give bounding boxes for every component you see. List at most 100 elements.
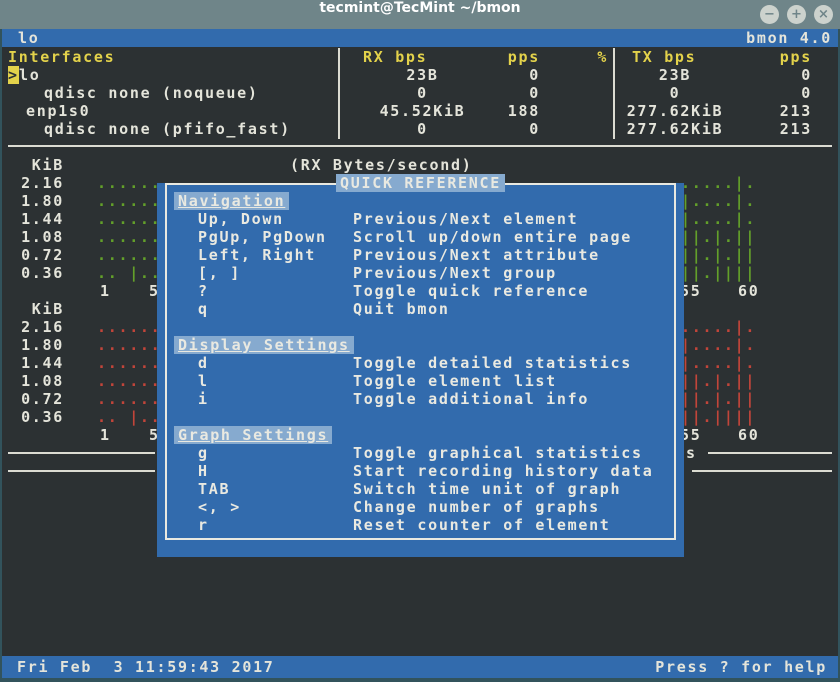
- rx-graph-cells: ......: [97, 210, 161, 228]
- tx-graph-cells: ......: [97, 354, 161, 372]
- shortcut-key: [, ]: [198, 264, 241, 282]
- rx-graph-unit: KiB: [8, 156, 64, 174]
- shortcut-desc: Scroll up/down entire page: [353, 228, 632, 246]
- interface-name: qdisc none (noqueue): [44, 84, 259, 102]
- shortcut-desc: Toggle element list: [353, 372, 557, 390]
- shortcut-desc: Switch time unit of graph: [353, 480, 621, 498]
- interface-name: enp1s0: [26, 102, 90, 120]
- shortcut-desc: Change number of graphs: [353, 498, 600, 516]
- tx-graph-cells: ......: [97, 318, 161, 336]
- tx-graph-cells: ......: [97, 336, 161, 354]
- dialog-title: QUICK REFERENCE: [157, 174, 684, 192]
- tx-pps-cell: 0: [732, 66, 812, 84]
- tx-bps-cell: 23B: [610, 66, 740, 84]
- tx-graph-cells: ......: [97, 372, 161, 390]
- rx-graph-cells: |....|.: [681, 192, 756, 210]
- col-tx-pps: pps: [732, 48, 812, 66]
- rx-pps-cell: 0: [460, 84, 540, 102]
- interface-name: lo: [19, 66, 40, 84]
- rx-graph-title: (RX Bytes/second): [290, 156, 472, 174]
- window-title: tecmint@TecMint ~/bmon: [0, 0, 840, 29]
- rx-graph-cells: ||.|.||: [681, 246, 756, 264]
- section-header: Navigation: [174, 192, 289, 210]
- shortcut-desc: Toggle additional info: [353, 390, 589, 408]
- col-rx-bps: RX bps: [363, 48, 427, 66]
- shortcut-desc: Previous/Next element: [353, 210, 578, 228]
- shortcut-key: Left, Right: [198, 246, 316, 264]
- shortcut-key: g: [198, 444, 209, 462]
- shortcut-key: i: [198, 390, 209, 408]
- x-tick-label: 60: [738, 282, 759, 300]
- titlebar[interactable]: tecmint@TecMint ~/bmon − + ×: [0, 0, 840, 29]
- close-button-icon[interactable]: ×: [814, 5, 833, 24]
- tx-graph-cells: |....|.: [681, 336, 756, 354]
- y-tick-label: 1.44: [8, 210, 64, 228]
- table-bottom-divider: [8, 145, 832, 147]
- tx-pps-cell: 213: [732, 102, 812, 120]
- bmon-version-label: bmon 4.0: [706, 29, 832, 47]
- col-rx-pps: pps: [460, 48, 540, 66]
- section-divider: [8, 470, 155, 472]
- shortcut-key: r: [198, 516, 209, 534]
- tx-pps-cell: 0: [732, 84, 812, 102]
- y-tick-label: 0.72: [8, 390, 64, 408]
- x-tick-label: 1: [100, 282, 111, 300]
- y-tick-label: 2.16: [8, 318, 64, 336]
- rx-graph-cells: ......: [97, 174, 161, 192]
- tx-bps-cell: 0: [610, 84, 740, 102]
- statusbar: Fri Feb 3 11:59:43 2017 Press ? for help: [2, 656, 838, 678]
- shortcut-key: H: [198, 462, 209, 480]
- shortcut-key: q: [198, 300, 209, 318]
- col-interfaces: Interfaces: [8, 48, 115, 66]
- shortcut-key: Up, Down: [198, 210, 284, 228]
- section-divider: [692, 470, 832, 472]
- shortcut-desc: Quit bmon: [353, 300, 450, 318]
- x-tick-label: 60: [738, 426, 759, 444]
- shortcut-desc: Start recording history data: [353, 462, 653, 480]
- y-tick-label: 0.36: [8, 264, 64, 282]
- shortcut-desc: Previous/Next group: [353, 264, 557, 282]
- rx-graph-cells: ......: [97, 246, 161, 264]
- rx-graph-cells: ......: [97, 228, 161, 246]
- y-tick-label: 1.44: [8, 354, 64, 372]
- col-percent: %: [560, 48, 608, 66]
- tx-bps-cell: 277.62KiB: [610, 102, 740, 120]
- shortcut-desc: Toggle graphical statistics: [353, 444, 643, 462]
- rx-graph-cells: ||.||||: [681, 264, 756, 282]
- section-header: Graph Settings: [174, 426, 332, 444]
- rx-graph-cells: ......: [97, 192, 161, 210]
- tx-graph-cells: ||.||||: [681, 408, 756, 426]
- col-tx-bps: TX bps: [632, 48, 696, 66]
- rx-graph-cells: .....|.: [681, 174, 756, 192]
- y-tick-label: 1.80: [8, 192, 64, 210]
- y-tick-label: 2.16: [8, 174, 64, 192]
- shortcut-desc: Toggle detailed statistics: [353, 354, 632, 372]
- tx-bps-cell: 277.62KiB: [610, 120, 740, 138]
- rx-pps-cell: 188: [460, 102, 540, 120]
- hidden-text-fragment: s: [686, 444, 697, 462]
- x-tick-label: 1: [100, 426, 111, 444]
- section-divider: [8, 452, 155, 454]
- shortcut-key: d: [198, 354, 209, 372]
- y-tick-label: 1.08: [8, 372, 64, 390]
- maximize-button-icon[interactable]: +: [787, 5, 806, 24]
- rx-graph-cells: |....|.: [681, 210, 756, 228]
- shortcut-key: <, >: [198, 498, 241, 516]
- y-tick-label: 0.72: [8, 246, 64, 264]
- tx-graph-cells: ||.|.||: [681, 372, 756, 390]
- shortcut-key: PgUp, PgDown: [198, 228, 327, 246]
- rx-pps-cell: 0: [460, 66, 540, 84]
- shortcut-desc: Reset counter of element: [353, 516, 611, 534]
- shortcut-desc: Previous/Next attribute: [353, 246, 600, 264]
- selected-element-label: lo: [18, 29, 39, 47]
- minimize-button-icon[interactable]: −: [760, 5, 779, 24]
- rx-graph-cells: ||.|.||: [681, 228, 756, 246]
- rx-graph-cells: .. |..: [97, 264, 161, 282]
- shortcut-key: ?: [198, 282, 209, 300]
- rx-pps-cell: 0: [460, 120, 540, 138]
- shortcut-key: TAB: [198, 480, 230, 498]
- y-tick-label: 1.08: [8, 228, 64, 246]
- bmon-topbar: lo bmon 4.0: [2, 29, 838, 47]
- quick-reference-dialog: QUICK REFERENCE Navigation Up, Down Prev…: [157, 174, 684, 557]
- statusbar-clock: Fri Feb 3 11:59:43 2017: [17, 656, 275, 678]
